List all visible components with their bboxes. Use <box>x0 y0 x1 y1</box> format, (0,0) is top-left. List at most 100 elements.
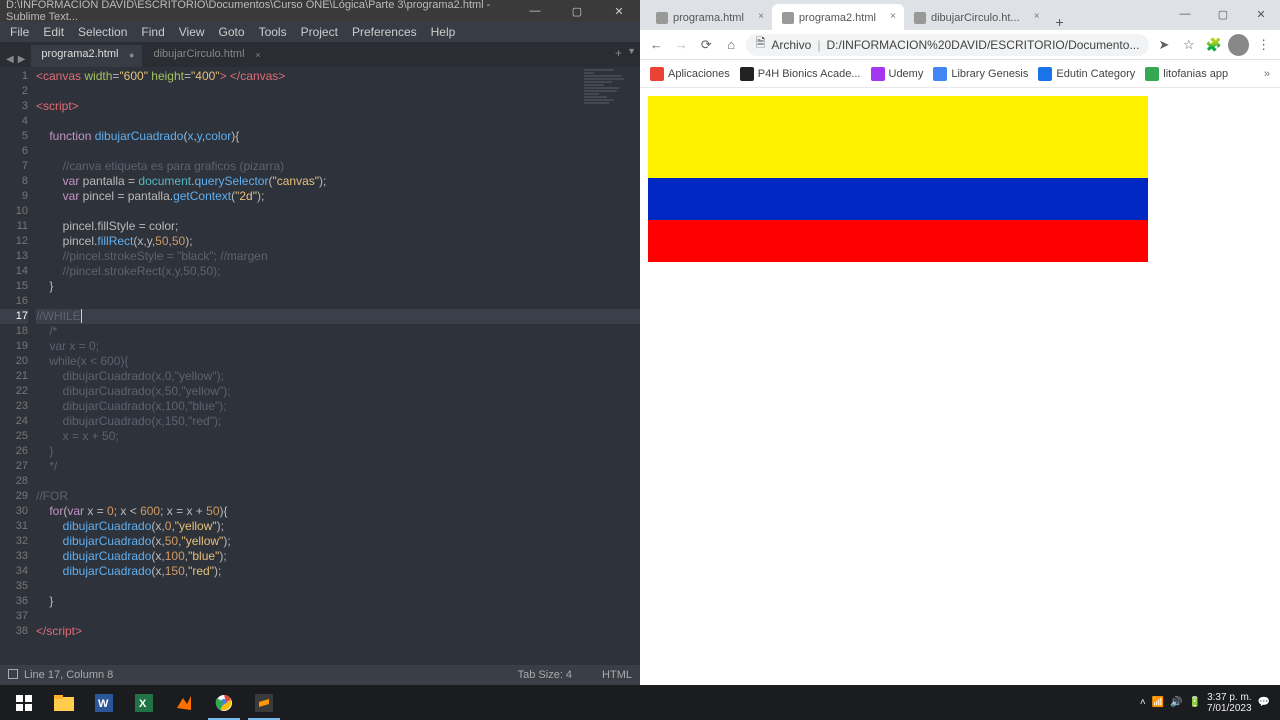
dirty-dot-icon: ● <box>129 50 134 60</box>
system-tray: ˄ 📶 🔊 🔋 3:37 p. m. 7/01/2023 💬 <box>1140 692 1276 714</box>
reload-icon[interactable]: ⟳ <box>696 37 717 53</box>
file-explorer-icon[interactable] <box>44 685 84 720</box>
code-content[interactable]: <canvas width="600" height="400"> </canv… <box>36 67 640 665</box>
bookmark-udemy[interactable]: Udemy <box>871 67 924 81</box>
network-icon[interactable]: 📶 <box>1152 697 1164 708</box>
nav-back-icon[interactable]: ◀ <box>4 52 16 67</box>
site-icon <box>933 67 947 81</box>
menu-icon[interactable]: ⋮ <box>1253 37 1274 53</box>
sublime-text-window: D:\INFORMACION DAVID\ESCRITORIO\Document… <box>0 0 640 685</box>
editor-title: D:\INFORMACION DAVID\ESCRITORIO\Document… <box>6 0 514 23</box>
address-bar[interactable]: 🗎 Archivo | D:/INFORMACION%20DAVID/ESCRI… <box>746 34 1150 56</box>
favicon-icon <box>782 12 794 24</box>
bookmark-edutin[interactable]: Edutin Category <box>1038 67 1135 81</box>
chrome-window: programa.html× programa2.html× dibujarCi… <box>640 0 1280 685</box>
close-button[interactable]: ✕ <box>1242 0 1280 28</box>
url-text: D:/INFORMACION%20DAVID/ESCRITORIO/Docume… <box>826 38 1139 52</box>
windows-taskbar: W X ˄ 📶 🔊 🔋 3:37 p. m. 7/01/2023 💬 <box>0 685 1280 720</box>
word-icon[interactable]: W <box>84 685 124 720</box>
url-scheme: Archivo <box>771 38 811 52</box>
favicon-icon <box>914 12 926 24</box>
clock[interactable]: 3:37 p. m. 7/01/2023 <box>1207 692 1252 714</box>
tab-size[interactable]: Tab Size: 4 <box>518 669 572 681</box>
battery-icon[interactable]: 🔋 <box>1189 697 1201 708</box>
close-icon[interactable]: × <box>1034 11 1040 22</box>
back-icon[interactable]: ← <box>646 37 667 52</box>
maximize-button[interactable]: ▢ <box>556 0 598 22</box>
chrome-icon[interactable] <box>204 685 244 720</box>
page-viewport <box>640 88 1280 270</box>
menu-file[interactable]: File <box>4 23 35 41</box>
bookmark-libgen[interactable]: Library Genesis <box>933 67 1028 81</box>
chrome-toolbar: ← → ⟳ ⌂ 🗎 Archivo | D:/INFORMACION%20DAV… <box>640 30 1280 60</box>
site-icon <box>1038 67 1052 81</box>
nav-fwd-icon[interactable]: ▶ <box>16 52 28 67</box>
editor-menubar: File Edit Selection Find View Goto Tools… <box>0 22 640 42</box>
bookmark-litofanias[interactable]: litofanias app <box>1145 67 1228 81</box>
sublime-icon[interactable] <box>244 685 284 720</box>
svg-text:W: W <box>98 698 109 710</box>
new-tab-icon[interactable]: + <box>615 46 622 60</box>
apps-icon <box>650 67 664 81</box>
bookmark-p4h[interactable]: P4H Bionics Acade... <box>740 67 861 81</box>
bookmarks-overflow-icon[interactable]: » <box>1264 68 1270 80</box>
menu-goto[interactable]: Goto <box>213 23 251 41</box>
chrome-tabstrip: programa.html× programa2.html× dibujarCi… <box>640 0 1280 30</box>
notifications-icon[interactable]: 💬 <box>1258 697 1270 708</box>
menu-project[interactable]: Project <box>295 23 344 41</box>
code-area[interactable]: 1234567891011121314151617181920212223242… <box>0 67 640 665</box>
editor-tab-programa2[interactable]: programa2.html● <box>31 45 142 67</box>
menu-help[interactable]: Help <box>425 23 462 41</box>
minimize-button[interactable]: — <box>514 0 556 22</box>
volume-icon[interactable]: 🔊 <box>1170 697 1182 708</box>
editor-tab-dibujar[interactable]: dibujarCirculo.html× <box>143 45 268 67</box>
editor-titlebar[interactable]: D:\INFORMACION DAVID\ESCRITORIO\Document… <box>0 0 640 22</box>
menu-view[interactable]: View <box>173 23 211 41</box>
close-icon[interactable]: × <box>255 50 260 60</box>
file-icon: 🗎 <box>756 34 766 55</box>
share-icon[interactable]: ➤ <box>1153 37 1174 53</box>
excel-icon[interactable]: X <box>124 685 164 720</box>
close-button[interactable]: ✕ <box>598 0 640 22</box>
chrome-tab-programa[interactable]: programa.html× <box>646 4 772 30</box>
canvas-output <box>648 96 1148 262</box>
tab-overflow-icon[interactable]: ▼ <box>627 46 636 56</box>
panel-icon[interactable] <box>8 669 18 679</box>
close-icon[interactable]: × <box>890 11 896 22</box>
bookmark-icon[interactable]: ☆ <box>1178 37 1199 53</box>
minimap[interactable] <box>584 69 634 139</box>
editor-tabbar: ◀▶ programa2.html● dibujarCirculo.html× … <box>0 42 640 67</box>
menu-find[interactable]: Find <box>135 23 170 41</box>
site-icon <box>871 67 885 81</box>
profile-avatar[interactable] <box>1228 34 1249 56</box>
forward-icon[interactable]: → <box>671 37 692 52</box>
tray-chevron-icon[interactable]: ˄ <box>1140 697 1146 708</box>
svg-text:X: X <box>139 698 147 710</box>
close-icon[interactable]: × <box>758 11 764 22</box>
line-gutter: 1234567891011121314151617181920212223242… <box>0 67 36 665</box>
flag-blue-band <box>648 178 1148 220</box>
menu-edit[interactable]: Edit <box>37 23 70 41</box>
matlab-icon[interactable] <box>164 685 204 720</box>
chrome-tab-programa2[interactable]: programa2.html× <box>772 4 904 30</box>
maximize-button[interactable]: ▢ <box>1204 0 1242 28</box>
menu-selection[interactable]: Selection <box>72 23 133 41</box>
syntax-mode[interactable]: HTML <box>602 669 632 681</box>
start-button[interactable] <box>4 685 44 720</box>
bookmarks-bar: Aplicaciones P4H Bionics Acade... Udemy … <box>640 60 1280 88</box>
chrome-tab-dibujar[interactable]: dibujarCirculo.ht...× <box>904 4 1048 30</box>
home-icon[interactable]: ⌂ <box>721 37 742 52</box>
flag-yellow-band <box>648 96 1148 178</box>
flag-red-band <box>648 220 1148 262</box>
minimize-button[interactable]: — <box>1166 0 1204 28</box>
extensions-icon[interactable]: 🧩 <box>1203 37 1224 53</box>
new-tab-button[interactable]: + <box>1048 14 1072 30</box>
editor-statusbar: Line 17, Column 8 Tab Size: 4 HTML <box>0 665 640 685</box>
menu-preferences[interactable]: Preferences <box>346 23 423 41</box>
bookmark-aplicaciones[interactable]: Aplicaciones <box>650 67 730 81</box>
site-icon <box>740 67 754 81</box>
menu-tools[interactable]: Tools <box>253 23 293 41</box>
cursor-position: Line 17, Column 8 <box>24 669 113 681</box>
site-icon <box>1145 67 1159 81</box>
favicon-icon <box>656 12 668 24</box>
